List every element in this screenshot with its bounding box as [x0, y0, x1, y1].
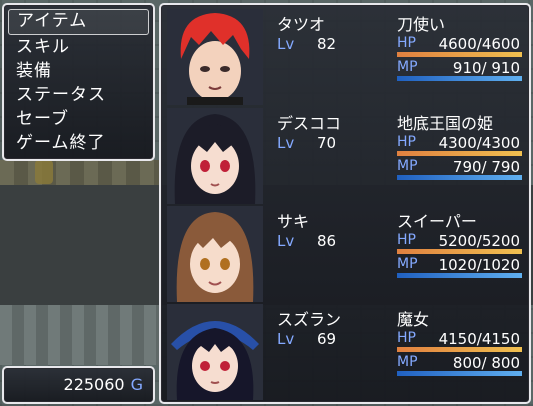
- hp-value: 4300/4300: [438, 134, 520, 152]
- level-value: 69: [317, 330, 337, 348]
- command-item-save[interactable]: セーブ: [8, 107, 149, 131]
- command-item-game-end[interactable]: ゲーム終了: [8, 131, 149, 155]
- actor-name: サキ: [277, 212, 310, 231]
- level-label: Lv: [277, 232, 295, 250]
- mp-label: MP: [397, 158, 418, 174]
- gold-window: 225060 G: [2, 366, 155, 404]
- actor-name: デスココ: [277, 114, 342, 133]
- actor-class: 刀使い: [397, 15, 446, 34]
- hp-gauge: HP 4600/4600: [397, 35, 522, 57]
- gold-amount: 225060: [63, 375, 125, 394]
- mp-gauge: MP 910/ 910: [397, 59, 522, 81]
- hp-label: HP: [397, 232, 416, 248]
- command-item-equip[interactable]: 装備: [8, 59, 149, 83]
- actor-face-portrait: [167, 304, 263, 400]
- actor-face-portrait: [167, 9, 263, 105]
- actor-row[interactable]: サキ Lv 86 スイーパー HP 5200/5200 MP 1020/1020: [167, 206, 527, 302]
- mp-value: 910/ 910: [452, 59, 520, 77]
- command-list: アイテム スキル 装備 ステータス セーブ ゲーム終了: [4, 5, 153, 155]
- actor-name: タツオ: [277, 15, 326, 34]
- level-value: 86: [317, 232, 337, 250]
- command-window: アイテム スキル 装備 ステータス セーブ ゲーム終了: [2, 3, 155, 161]
- hp-label: HP: [397, 35, 416, 51]
- actor-class: 地底王国の姫: [397, 114, 494, 133]
- actor-row[interactable]: デスココ Lv 70 地底王国の姫 HP 4300/4300 MP 790/ 7…: [167, 108, 527, 204]
- command-item-status[interactable]: ステータス: [8, 83, 149, 107]
- actor-face-portrait: [167, 108, 263, 204]
- level-label: Lv: [277, 330, 295, 348]
- actor-class: スイーパー: [397, 212, 477, 231]
- mp-label: MP: [397, 256, 418, 272]
- party-status-window: タツオ Lv 82 刀使い HP 4600/4600 MP 910/ 910 デ…: [159, 3, 531, 404]
- mp-gauge: MP 790/ 790: [397, 158, 522, 180]
- mp-label: MP: [397, 59, 418, 75]
- map-npc-sprite: [35, 160, 53, 184]
- hp-value: 4600/4600: [438, 35, 520, 53]
- hp-value: 4150/4150: [438, 330, 520, 348]
- actor-row[interactable]: タツオ Lv 82 刀使い HP 4600/4600 MP 910/ 910: [167, 9, 527, 105]
- hp-label: HP: [397, 330, 416, 346]
- mp-gauge: MP 1020/1020: [397, 256, 522, 278]
- level-value: 70: [317, 134, 337, 152]
- mp-gauge: MP 800/ 800: [397, 354, 522, 376]
- actor-face-portrait: [167, 206, 263, 302]
- mp-value: 800/ 800: [452, 354, 520, 372]
- hp-gauge: HP 4300/4300: [397, 134, 522, 156]
- command-item-item[interactable]: アイテム: [8, 9, 149, 35]
- level-value: 82: [317, 35, 337, 53]
- gold-unit: G: [130, 375, 143, 394]
- level-label: Lv: [277, 134, 295, 152]
- mp-label: MP: [397, 354, 418, 370]
- hp-label: HP: [397, 134, 416, 150]
- hp-value: 5200/5200: [438, 232, 520, 250]
- map-railing: [0, 305, 160, 365]
- command-item-skill[interactable]: スキル: [8, 35, 149, 59]
- actor-row[interactable]: スズラン Lv 69 魔女 HP 4150/4150 MP 800/ 800: [167, 304, 527, 400]
- level-label: Lv: [277, 35, 295, 53]
- hp-gauge: HP 4150/4150: [397, 330, 522, 352]
- actor-name: スズラン: [277, 310, 342, 329]
- mp-value: 790/ 790: [452, 158, 520, 176]
- map-fence: [0, 160, 160, 188]
- mp-value: 1020/1020: [438, 256, 520, 274]
- actor-class: 魔女: [397, 310, 430, 329]
- hp-gauge: HP 5200/5200: [397, 232, 522, 254]
